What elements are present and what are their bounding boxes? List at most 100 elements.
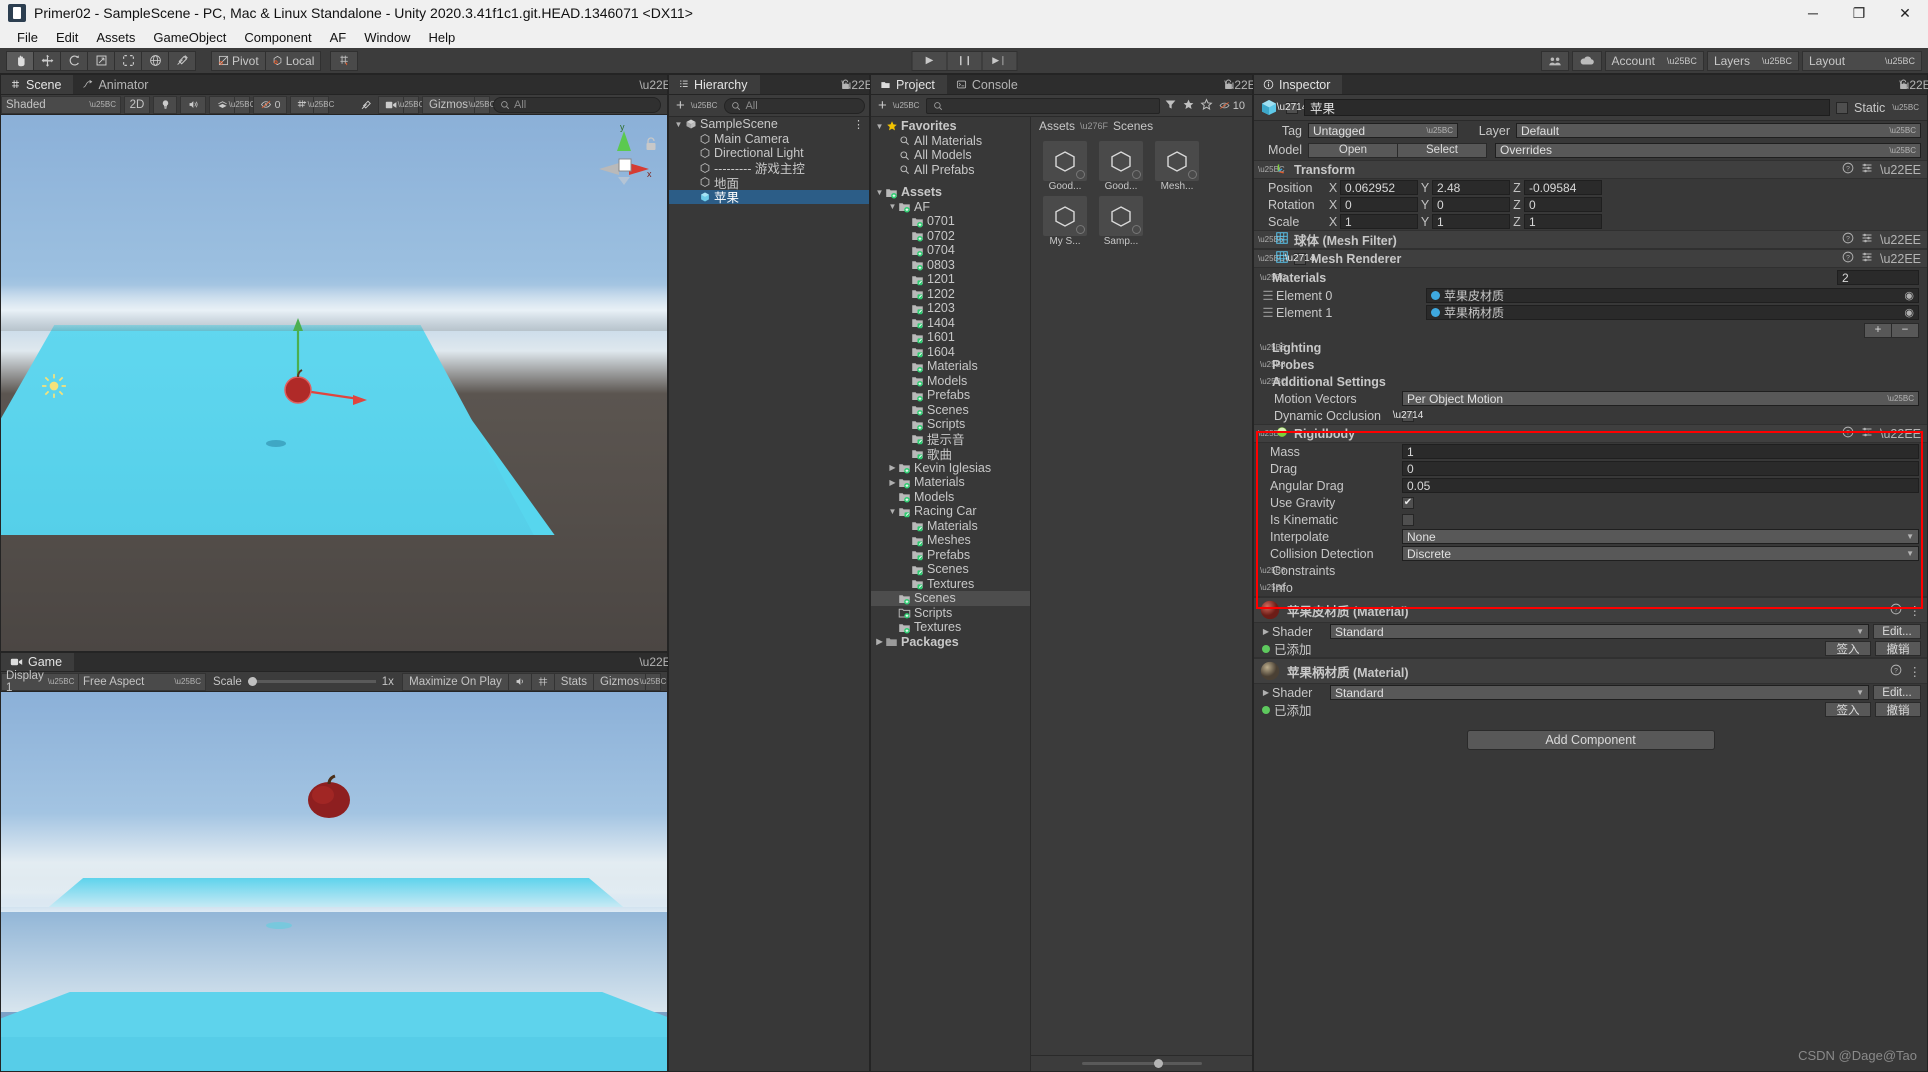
tag-dropdown[interactable]: Untagged \u25BC: [1308, 123, 1458, 138]
help-icon[interactable]: ?: [1842, 426, 1854, 441]
project-tree-item[interactable]: Scenes: [871, 562, 1030, 577]
help-icon[interactable]: ?: [1842, 251, 1854, 266]
project-tree[interactable]: ▼ Favorites All Materials All Models All Pre…: [871, 117, 1031, 1071]
project-fold-icon[interactable]: ▶: [887, 478, 898, 487]
hand-tool-icon[interactable]: [6, 50, 34, 71]
tab-game[interactable]: Game: [1, 653, 75, 672]
transform-rotation-y-field[interactable]: 0: [1432, 197, 1510, 212]
minimize-button[interactable]: ─: [1790, 0, 1836, 26]
breadcrumb-assets[interactable]: Assets: [1039, 119, 1075, 133]
asset-item[interactable]: Good...: [1095, 141, 1147, 192]
static-checkbox[interactable]: [1836, 101, 1849, 114]
project-fold-icon[interactable]: ▶: [887, 463, 898, 472]
project-tree-item[interactable]: Models: [871, 374, 1030, 389]
object-picker-icon[interactable]: ◉: [1904, 306, 1914, 319]
scale-slider[interactable]: Scale 1x: [205, 673, 398, 691]
component-menu-icon[interactable]: ⋮: [1909, 603, 1922, 618]
asset-grid[interactable]: Good... Good... Mesh... My S... Samp...: [1031, 135, 1252, 1055]
rigidbody-angular-drag-field[interactable]: 0.05: [1402, 478, 1919, 493]
scene-panel-menu-icon[interactable]: \u22EE: [639, 75, 678, 94]
materials-add-button[interactable]: +: [1864, 322, 1892, 338]
sign-button[interactable]: 签入: [1825, 702, 1871, 717]
help-icon[interactable]: ?: [1842, 162, 1854, 177]
gizmos-dropdown[interactable]: \u25BC: [469, 95, 495, 114]
probes-fold-icon[interactable]: \u25B6: [1260, 360, 1285, 369]
close-button[interactable]: ✕: [1882, 0, 1928, 26]
maximize-button[interactable]: ❐: [1836, 0, 1882, 26]
mesh-filter-fold-icon[interactable]: \u25B6: [1258, 235, 1283, 244]
material-card-header[interactable]: 苹果柄材质 (Material)? ⋮: [1254, 658, 1927, 684]
component-header-mesh-renderer[interactable]: \u25BC \u2714 Mesh Renderer ? \u22EE: [1254, 249, 1927, 268]
lighting-foldout[interactable]: \u25B6 Lighting: [1254, 339, 1927, 356]
project-add-button[interactable]: + \u25BC: [875, 97, 922, 114]
project-tree-item[interactable]: Materials: [871, 359, 1030, 374]
materials-remove-button[interactable]: −: [1891, 322, 1919, 338]
info-fold-icon[interactable]: \u25B6: [1260, 583, 1285, 592]
project-fold-icon[interactable]: ▼: [874, 188, 885, 197]
project-tree-item[interactable]: ▶ Materials: [871, 475, 1030, 490]
component-menu-icon[interactable]: \u22EE: [1880, 427, 1921, 441]
transform-scale-y-field[interactable]: 1: [1432, 214, 1510, 229]
project-fold-icon[interactable]: ▼: [887, 202, 898, 211]
materials-fold-icon[interactable]: \u25BC: [1260, 273, 1287, 282]
preset-icon[interactable]: [1861, 232, 1873, 247]
revoke-button[interactable]: 撤销: [1875, 702, 1921, 717]
component-menu-icon[interactable]: ⋮: [1909, 664, 1922, 679]
component-header-rigidbody[interactable]: \u25BC Rigidbody ? \u22EE: [1254, 424, 1927, 443]
transform-scale-x-field[interactable]: 1: [1340, 214, 1418, 229]
project-tree-item[interactable]: All Prefabs: [871, 163, 1030, 178]
2d-toggle[interactable]: 2D: [124, 95, 150, 114]
material-card-header[interactable]: 苹果皮材质 (Material)? ⋮: [1254, 597, 1927, 623]
project-tree-item[interactable]: 1404: [871, 316, 1030, 331]
project-fold-icon[interactable]: ▼: [887, 507, 898, 516]
project-tree-item[interactable]: 歌曲: [871, 446, 1030, 462]
custom-tool-icon[interactable]: [168, 50, 196, 71]
breadcrumb-scenes[interactable]: Scenes: [1113, 119, 1153, 133]
asset-item[interactable]: My S...: [1039, 196, 1091, 247]
project-tree-item[interactable]: 1604: [871, 345, 1030, 360]
pause-button[interactable]: ❙❙: [946, 50, 983, 71]
grid-snap-icon[interactable]: [330, 50, 359, 71]
menu-component[interactable]: Component: [235, 28, 320, 47]
project-tree-item[interactable]: ▼ Racing Car: [871, 504, 1030, 519]
menu-gameobject[interactable]: GameObject: [144, 28, 235, 47]
scene-search-input[interactable]: All: [493, 96, 661, 113]
game-stats-button[interactable]: Stats: [553, 672, 595, 691]
scale-slider-knob[interactable]: [247, 676, 257, 686]
rigidbody-drag-field[interactable]: 0: [1402, 461, 1919, 476]
inspector-menu-icon[interactable]: \u22EE: [1899, 75, 1928, 94]
project-tree-item[interactable]: Prefabs: [871, 548, 1030, 563]
material-fold-icon[interactable]: ▶: [1260, 688, 1272, 697]
menu-file[interactable]: File: [8, 28, 47, 47]
stats-icon[interactable]: [530, 672, 555, 691]
project-tree-item[interactable]: 0803: [871, 258, 1030, 273]
help-icon[interactable]: ?: [1842, 232, 1854, 247]
game-gizmos-dropdown[interactable]: \u25BC: [640, 672, 666, 691]
asset-item[interactable]: Mesh...: [1151, 141, 1203, 192]
hierarchy-item[interactable]: ▼ SampleScene ⋮: [669, 117, 869, 132]
hierarchy-item[interactable]: --------- 游戏主控: [669, 161, 869, 176]
additional-settings-foldout[interactable]: \u25BC Additional Settings: [1254, 373, 1927, 390]
transform-fold-icon[interactable]: \u25BC: [1258, 165, 1285, 174]
account-dropdown[interactable]: Account \u25BC: [1604, 50, 1704, 71]
project-tree-item[interactable]: 1203: [871, 301, 1030, 316]
hierarchy-fold-icon[interactable]: ▼: [673, 120, 684, 129]
mesh-renderer-fold-icon[interactable]: \u25BC: [1258, 254, 1285, 263]
material-object-field[interactable]: 苹果皮材质 ◉: [1426, 288, 1919, 303]
drag-handle-icon[interactable]: ☰: [1260, 305, 1276, 320]
rigidbody-collision-detection-dropdown[interactable]: Discrete ▼: [1402, 546, 1919, 561]
directional-light-gizmo[interactable]: [41, 373, 67, 399]
project-menu-icon[interactable]: \u22EE: [1224, 75, 1263, 94]
hierarchy-search-input[interactable]: All: [724, 97, 865, 114]
transform-rotation-z-field[interactable]: 0: [1524, 197, 1602, 212]
overrides-dropdown[interactable]: Overrides \u25BC: [1495, 142, 1921, 158]
project-tree-item[interactable]: Scenes: [871, 403, 1030, 418]
transform-scale-z-field[interactable]: 1: [1524, 214, 1602, 229]
tab-console[interactable]: Console: [946, 75, 1030, 94]
tab-animator[interactable]: Animator: [73, 75, 161, 94]
project-tree-item[interactable]: Scenes: [871, 591, 1030, 606]
lighting-fold-icon[interactable]: \u25B6: [1260, 343, 1285, 352]
lighting-icon[interactable]: [153, 95, 177, 114]
sign-button[interactable]: 签入: [1825, 641, 1871, 656]
scene-view-axis-gizmo[interactable]: y x: [593, 125, 655, 193]
